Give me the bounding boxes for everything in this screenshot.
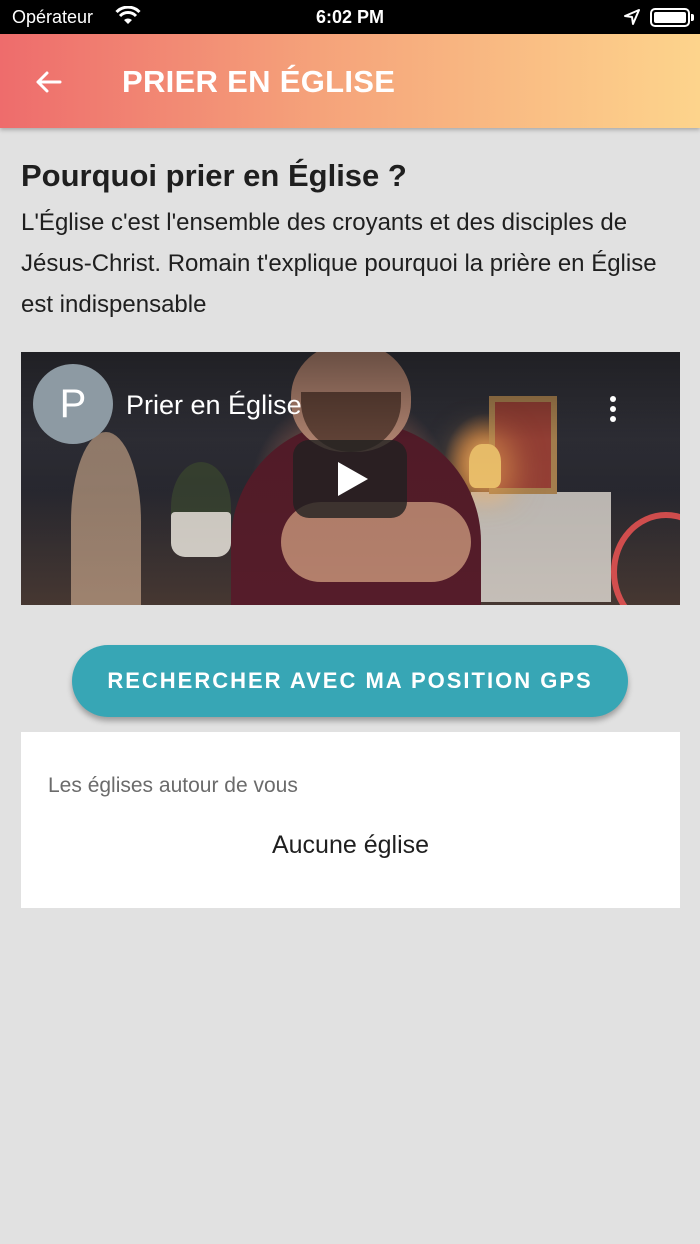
search-gps-button[interactable]: RECHERCHER AVEC MA POSITION GPS <box>72 645 628 717</box>
churches-caption: Les églises autour de vous <box>48 774 298 797</box>
status-bar: Opérateur 6:02 PM <box>0 0 700 34</box>
app-bar: PRIER EN ÉGLISE <box>0 34 700 128</box>
play-icon[interactable] <box>293 440 407 518</box>
churches-card: Les églises autour de vous Aucune église <box>21 732 680 908</box>
section-heading: Pourquoi prier en Église ? <box>21 158 407 193</box>
page-title: PRIER EN ÉGLISE <box>122 64 396 99</box>
location-arrow-icon <box>624 9 640 25</box>
battery-icon <box>650 8 694 27</box>
video-title[interactable]: Prier en Église <box>126 390 302 421</box>
video-player[interactable]: P Prier en Église <box>21 352 680 605</box>
back-arrow-icon[interactable] <box>30 64 66 100</box>
clock: 6:02 PM <box>315 7 385 27</box>
empty-state-text: Aucune église <box>271 831 430 859</box>
channel-avatar[interactable]: P <box>33 364 113 444</box>
section-description: L'Église c'est l'ensemble des croyants e… <box>21 209 657 318</box>
more-vertical-icon[interactable] <box>607 396 619 426</box>
